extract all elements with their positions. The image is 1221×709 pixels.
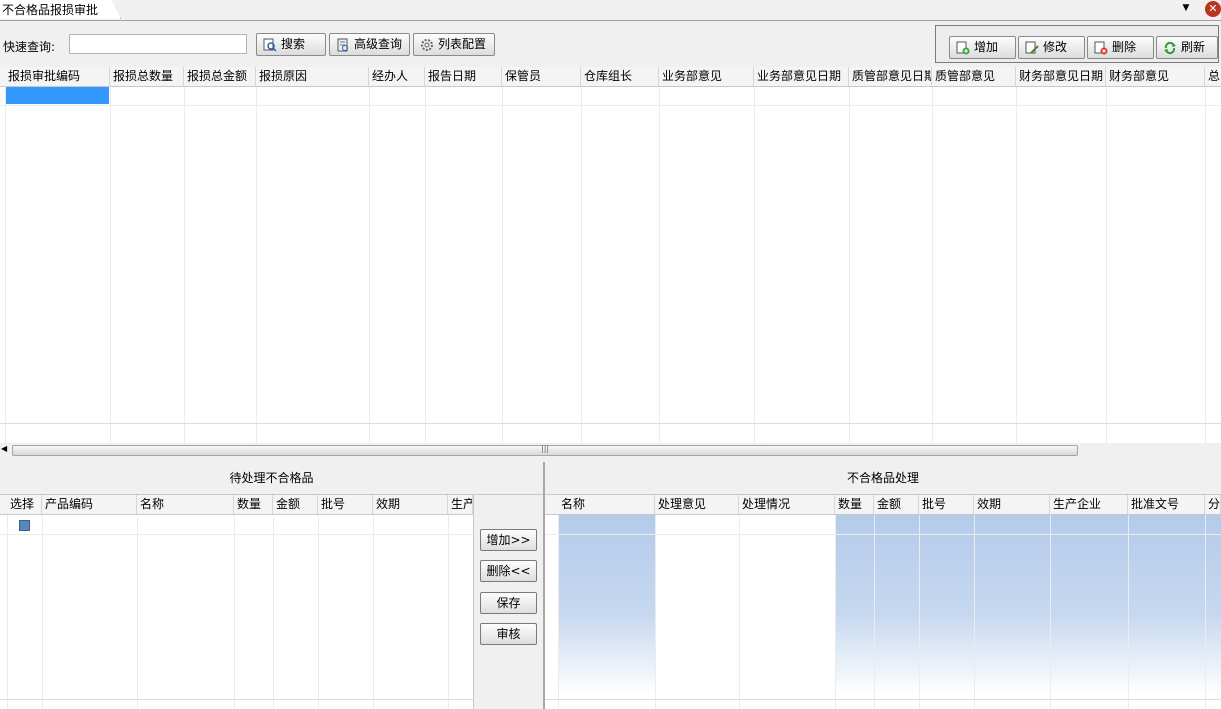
col-header[interactable]: 报损审批编码 <box>5 67 110 86</box>
col-header[interactable]: 名称 <box>137 495 234 514</box>
delete-document-icon <box>1094 41 1108 55</box>
col-header[interactable]: 报损总金额 <box>184 67 256 86</box>
col-header[interactable]: 质管部意见 <box>932 67 1016 86</box>
col-header[interactable]: 批准文号 <box>1128 495 1205 514</box>
edit-button[interactable]: 修改 <box>1018 36 1085 59</box>
add-to-processing-button[interactable]: 增加>> <box>480 529 537 551</box>
grid-header: 报损审批编码 报损总数量 报损总金额 报损原因 经办人 报告日期 保管员 仓库组… <box>0 67 1221 87</box>
col-header[interactable]: 财务部意见 <box>1106 67 1205 86</box>
grip-icon: ||| <box>541 444 550 453</box>
add-button[interactable]: 增加 <box>949 36 1016 59</box>
select-checkbox[interactable] <box>19 520 30 531</box>
col-header[interactable]: 处理情况 <box>739 495 835 514</box>
col-header[interactable]: 报损原因 <box>256 67 369 86</box>
list-config-button[interactable]: 列表配置 <box>413 33 495 56</box>
scroll-left-arrow-icon[interactable]: ◀ <box>1 444 7 453</box>
edit-document-icon <box>1025 41 1039 55</box>
col-header[interactable]: 经办人 <box>369 67 425 86</box>
toolbar: 快速查询: 搜索 高级查询 列表配置 增加 修改 删除 刷新 <box>0 21 1221 65</box>
col-header[interactable]: 选择 <box>7 495 42 514</box>
selected-cell[interactable] <box>6 87 109 104</box>
gear-icon <box>420 38 434 52</box>
scrollbar-thumb[interactable]: ||| <box>12 444 1078 456</box>
loss-approval-grid[interactable]: 报损审批编码 报损总数量 报损总金额 报损原因 经办人 报告日期 保管员 仓库组… <box>0 67 1221 443</box>
highlight-column <box>559 515 655 695</box>
col-header[interactable]: 数量 <box>234 495 273 514</box>
col-header[interactable]: 金额 <box>874 495 919 514</box>
advanced-search-button[interactable]: 高级查询 <box>329 33 410 56</box>
close-icon[interactable]: ✕ <box>1205 1 1221 17</box>
col-header[interactable]: 业务部意见 <box>659 67 754 86</box>
col-header[interactable]: 财务部意见日期 <box>1016 67 1106 86</box>
processing-grid[interactable]: 名称 处理意见 处理情况 数量 金额 批号 效期 生产企业 批准文号 分 <box>545 495 1221 709</box>
col-header[interactable]: 报告日期 <box>425 67 502 86</box>
action-button-group: 增加 修改 删除 刷新 <box>935 25 1219 63</box>
magnifier-icon <box>263 38 277 52</box>
tab-strip: 不合格品报损审批 ▼ ✕ <box>0 0 1221 21</box>
pending-grid[interactable]: 选择 产品编码 名称 数量 金额 批号 效期 生产 <box>0 495 473 709</box>
col-header[interactable]: 批号 <box>919 495 974 514</box>
col-header[interactable]: 仓库组长 <box>581 67 659 86</box>
col-header[interactable]: 效期 <box>974 495 1050 514</box>
tab-nonconforming-loss-approval[interactable]: 不合格品报损审批 <box>0 0 122 19</box>
highlight-column <box>836 515 1221 695</box>
col-header[interactable]: 效期 <box>373 495 448 514</box>
col-header[interactable]: 分 <box>1205 495 1221 514</box>
audit-button[interactable]: 审核 <box>480 623 537 645</box>
col-header[interactable]: 质管部意见日期 <box>849 67 932 86</box>
col-header[interactable]: 报损总数量 <box>110 67 184 86</box>
remove-from-processing-button[interactable]: 删除<< <box>480 560 537 582</box>
pending-grid-header: 选择 产品编码 名称 数量 金额 批号 效期 生产 <box>0 495 473 515</box>
col-header[interactable]: 总 <box>1205 67 1221 86</box>
save-button[interactable]: 保存 <box>480 592 537 614</box>
processing-grid-header: 名称 处理意见 处理情况 数量 金额 批号 效期 生产企业 批准文号 分 <box>545 495 1221 515</box>
dropdown-icon[interactable]: ▼ <box>1177 0 1195 18</box>
add-document-icon <box>956 41 970 55</box>
horizontal-scrollbar[interactable]: ◀ ||| <box>0 443 1221 458</box>
col-header[interactable]: 业务部意见日期 <box>754 67 849 86</box>
col-header[interactable]: 处理意见 <box>655 495 739 514</box>
col-header[interactable]: 金额 <box>273 495 318 514</box>
col-header[interactable]: 数量 <box>835 495 874 514</box>
col-header[interactable]: 保管员 <box>502 67 581 86</box>
refresh-icon <box>1163 41 1177 55</box>
processing-panel-title: 不合格品处理 <box>545 462 1221 495</box>
refresh-button[interactable]: 刷新 <box>1156 36 1218 59</box>
pending-panel-title: 待处理不合格品 <box>0 462 543 495</box>
delete-button[interactable]: 删除 <box>1087 36 1154 59</box>
document-search-icon <box>336 38 350 52</box>
col-header[interactable]: 批号 <box>318 495 373 514</box>
col-header[interactable]: 名称 <box>558 495 655 514</box>
col-header[interactable]: 生产企业 <box>1050 495 1128 514</box>
quick-search-label: 快速查询: <box>3 40 56 54</box>
col-header[interactable]: 产品编码 <box>42 495 137 514</box>
col-header[interactable]: 生产 <box>448 495 473 514</box>
quick-search-input[interactable] <box>69 34 247 54</box>
search-button[interactable]: 搜索 <box>256 33 326 56</box>
